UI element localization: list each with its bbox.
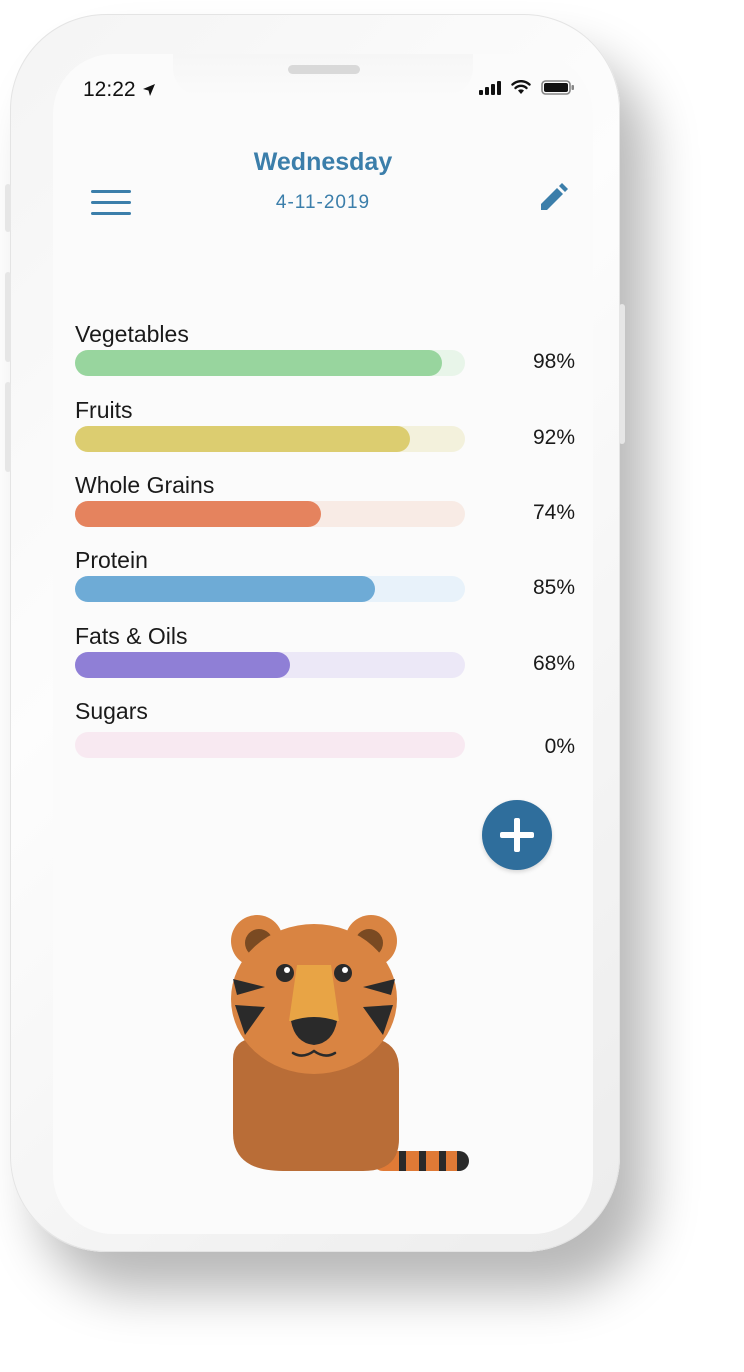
status-bar-time: 12:22 [83, 78, 156, 102]
food-group-row: Fruits 92% [75, 396, 575, 452]
app-screen: 12:22 Wednesday 4-11-2019 Vegetables 98%… [53, 54, 593, 1234]
progress-track [75, 350, 465, 376]
cellular-signal-icon [479, 80, 501, 95]
food-group-row: Sugars 0% [75, 697, 575, 758]
phone-volume-down [5, 382, 11, 472]
progress-track [75, 732, 465, 758]
progress-track [75, 652, 465, 678]
percent-label: 0% [544, 735, 575, 758]
percent-label: 68% [532, 652, 575, 675]
phone-volume-up [5, 272, 11, 362]
battery-icon [541, 80, 574, 95]
food-group-row: Protein 85% [75, 546, 575, 602]
progress-fill [75, 350, 442, 376]
status-time-text: 12:22 [83, 78, 136, 101]
progress-fill [75, 652, 290, 678]
percent-label: 98% [532, 350, 575, 373]
progress-fill [75, 576, 376, 602]
menu-button[interactable] [91, 190, 131, 220]
food-group-label: Vegetables [75, 321, 189, 347]
phone-mute-switch [5, 184, 11, 232]
food-group-row: Whole Grains 74% [75, 471, 575, 527]
food-group-label: Protein [75, 547, 148, 573]
food-group-label: Fats & Oils [75, 623, 188, 649]
tiger-mascot [231, 915, 469, 1171]
progress-track [75, 501, 465, 527]
food-group-row: Fats & Oils 68% [75, 622, 575, 678]
add-button[interactable] [482, 800, 552, 870]
wifi-icon [511, 80, 531, 94]
edit-button[interactable] [537, 182, 571, 216]
phone-power-button [619, 304, 625, 444]
progress-track [75, 576, 465, 602]
percent-label: 85% [532, 576, 575, 599]
progress-track [75, 426, 465, 452]
food-group-label: Sugars [75, 698, 148, 724]
progress-fill [75, 501, 321, 527]
date-label: 4-11-2019 [275, 192, 371, 213]
day-title: Wednesday [253, 148, 393, 176]
hamburger-menu-icon [91, 190, 131, 215]
percent-label: 92% [532, 426, 575, 449]
food-group-row: Vegetables 98% [75, 320, 575, 376]
notch [173, 54, 473, 96]
speaker-grille [288, 65, 360, 74]
food-group-label: Whole Grains [75, 472, 215, 498]
status-bar-icons [479, 80, 575, 95]
food-group-label: Fruits [75, 397, 133, 423]
phone-frame: 12:22 Wednesday 4-11-2019 Vegetables 98%… [5, 14, 625, 1252]
progress-fill [75, 426, 411, 452]
location-arrow-icon [142, 84, 155, 96]
pencil-icon [541, 183, 568, 210]
percent-label: 74% [532, 501, 575, 524]
